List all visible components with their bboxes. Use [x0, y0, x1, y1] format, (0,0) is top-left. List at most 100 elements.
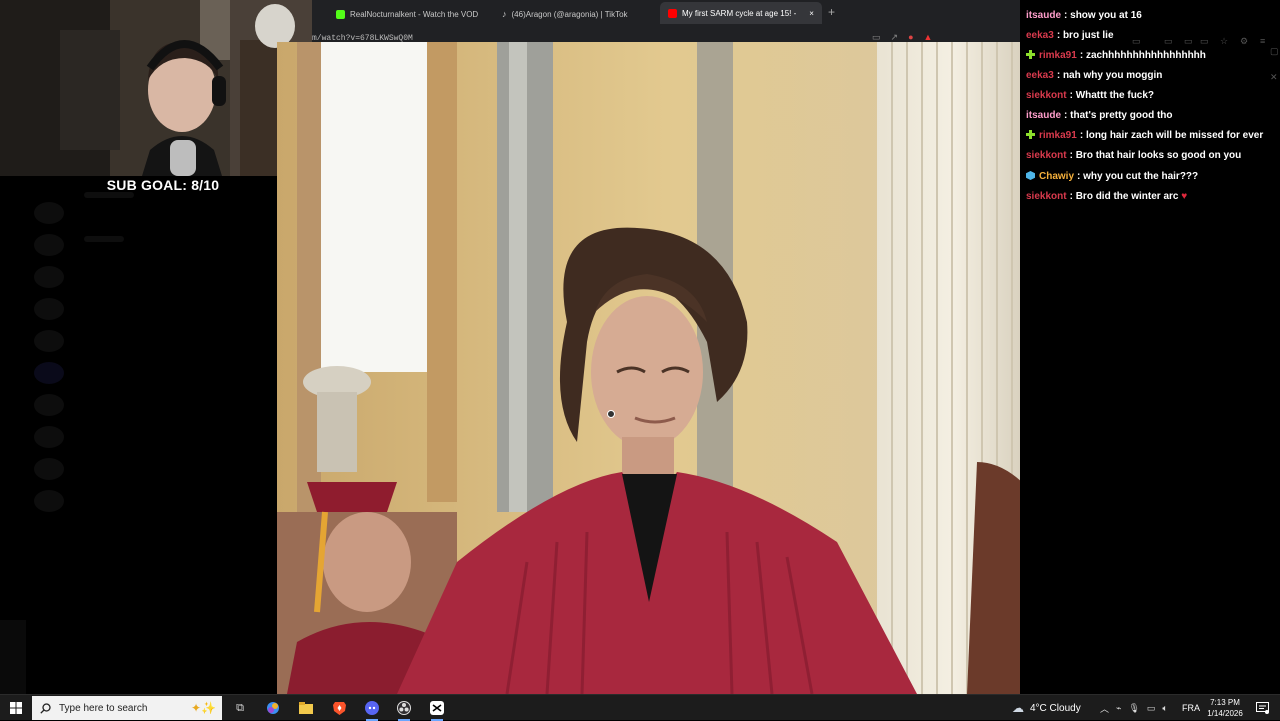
sidebar-avatar — [34, 330, 64, 352]
sidebar-avatar — [34, 490, 64, 512]
chat-text: long hair zach will be missed for ever — [1085, 130, 1264, 141]
window-control-icon[interactable]: ⚙ — [1240, 36, 1248, 47]
sidebar-avatar — [34, 426, 64, 448]
chat-username[interactable]: siekkont — [1026, 150, 1067, 161]
chat-text: bro just lie — [1062, 30, 1114, 41]
chat-text: Bro that hair looks so good on you — [1075, 150, 1242, 161]
chat-username[interactable]: rimka91 — [1039, 50, 1077, 61]
obs-studio-icon[interactable] — [394, 698, 414, 721]
volume-icon[interactable]: 🔈︎ — [1162, 703, 1167, 714]
tab-title: My first SARM cycle at age 15! - — [682, 8, 797, 18]
search-icon — [40, 702, 51, 714]
windows-taskbar: Type here to search ✦✨ ⧉ ☁ 4°C Cloudy ︿ … — [0, 694, 1280, 721]
heart-emote-icon: ♥ — [1181, 191, 1188, 202]
window-control-icon[interactable]: ☆ — [1220, 36, 1228, 47]
network-icon[interactable]: ▭ — [1147, 703, 1156, 714]
chat-username[interactable]: itsaude — [1026, 10, 1061, 21]
usb-device-icon[interactable]: ⌁ — [1116, 703, 1121, 714]
chat-message: eeka3: nah why you moggin — [1026, 70, 1162, 81]
capcut-icon[interactable] — [427, 698, 447, 721]
brave-browser-icon[interactable] — [329, 698, 349, 718]
sidebar-avatar — [34, 362, 64, 384]
discord-icon[interactable] — [362, 698, 382, 721]
window-control-icon[interactable]: ▭ — [1132, 36, 1141, 47]
sidebar-avatar — [34, 234, 64, 256]
chat-text: nah why you moggin — [1062, 70, 1163, 81]
chat-username[interactable]: siekkont — [1026, 90, 1067, 101]
notification-icon — [1255, 702, 1269, 714]
green-plus-badge-icon — [1026, 130, 1035, 139]
chat-message: siekkont: Whattt the fuck? — [1026, 90, 1154, 101]
new-tab-button[interactable]: + — [828, 5, 835, 19]
taskbar-search-box[interactable]: Type here to search ✦✨ — [32, 696, 222, 720]
chat-username[interactable]: itsaude — [1026, 110, 1061, 121]
chat-separator: : — [1056, 30, 1061, 41]
window-control-icon[interactable]: ▭ — [1200, 36, 1209, 47]
close-tab-icon[interactable]: × — [809, 9, 814, 18]
chat-text: Whattt the fuck? — [1075, 90, 1155, 101]
window-control-icon[interactable]: ▭ — [1184, 36, 1193, 47]
window-control-icon[interactable]: ▭ — [1164, 36, 1173, 47]
windows-logo-icon — [10, 702, 22, 714]
cloud-icon: ☁ — [1012, 701, 1024, 715]
tab-title: RealNocturnalkent - Watch the VOD — [350, 9, 479, 19]
kick-icon — [336, 9, 345, 19]
youtube-icon — [668, 8, 677, 18]
chat-username[interactable]: siekkont — [1026, 191, 1067, 202]
chat-username[interactable]: eeka3 — [1026, 70, 1054, 81]
input-language[interactable]: FRA — [1182, 703, 1200, 713]
tiktok-icon: ♪ — [502, 9, 507, 19]
taskbar-clock[interactable]: 7:13 PM 1/14/2026 — [1200, 697, 1250, 719]
tab-youtube-active[interactable]: My first SARM cycle at age 15! - × — [660, 2, 822, 24]
sidebar-avatar — [34, 394, 64, 416]
chevron-up-icon[interactable]: ︿ — [1100, 702, 1109, 715]
windows-start-button[interactable] — [0, 695, 32, 721]
tab-tiktok[interactable]: ♪ (46)Aragon (@aragonia) | TikTok — [502, 4, 628, 24]
copilot-icon[interactable] — [263, 698, 283, 718]
search-placeholder: Type here to search — [59, 702, 148, 714]
chat-separator: : — [1079, 50, 1084, 61]
video-frame-image — [277, 42, 1053, 694]
sidebar-avatar — [34, 266, 64, 288]
chat-message: siekkont: Bro that hair looks so good on… — [1026, 150, 1241, 161]
chat-panel: ▭ ▭ ▭ ▭ ☆ ⚙ ≡ ▢ ✕ itsaude: show you at 1… — [1020, 0, 1280, 694]
chat-separator: : — [1069, 150, 1073, 161]
weather-text: 4°C Cloudy — [1030, 702, 1081, 714]
chat-message: eeka3: bro just lie — [1026, 30, 1114, 41]
chat-separator: : — [1069, 191, 1073, 202]
chat-separator: : — [1077, 171, 1081, 182]
chat-separator: : — [1064, 110, 1068, 121]
window-control-icon[interactable]: ≡ — [1260, 36, 1265, 46]
chat-separator: : — [1069, 90, 1073, 101]
clock-date: 1/14/2026 — [1207, 709, 1243, 718]
tab-kick-vod[interactable]: RealNocturnalkent - Watch the VOD — [336, 4, 478, 24]
dimmed-sidebar — [0, 176, 277, 694]
chat-separator: : — [1056, 70, 1061, 81]
chat-text: zachhhhhhhhhhhhhhhhh — [1085, 50, 1206, 61]
microphone-icon[interactable]: 🎙︎ — [1128, 703, 1139, 714]
weather-widget[interactable]: ☁ 4°C Cloudy — [1012, 695, 1081, 721]
notification-center-button[interactable] — [1252, 698, 1272, 718]
chat-username[interactable]: eeka3 — [1026, 30, 1054, 41]
chat-username[interactable]: Chawiy — [1039, 171, 1074, 182]
tab-title: (46)Aragon (@aragonia) | TikTok — [511, 9, 628, 19]
sidebar-line — [84, 236, 124, 242]
file-explorer-icon[interactable] — [296, 698, 316, 718]
webcam-image — [0, 0, 312, 176]
green-plus-badge-icon — [1026, 50, 1035, 59]
streamer-webcam — [0, 0, 312, 176]
chat-text: why you cut the hair??? — [1083, 171, 1199, 182]
blue-cube-badge-icon — [1026, 171, 1035, 180]
chat-message: Chawiy: why you cut the hair??? — [1026, 171, 1198, 182]
chat-separator: : — [1079, 130, 1084, 141]
chat-message: itsaude: that's pretty good tho — [1026, 110, 1173, 121]
chat-text: show you at 16 — [1070, 10, 1142, 21]
chat-separator: : — [1064, 10, 1068, 21]
video-player[interactable] — [277, 42, 1053, 694]
window-control-icon[interactable]: ▢ — [1270, 46, 1279, 57]
chat-username[interactable]: rimka91 — [1039, 130, 1077, 141]
sidebar-avatar — [34, 458, 64, 480]
close-icon[interactable]: ✕ — [1270, 72, 1278, 83]
task-view-icon[interactable]: ⧉ — [230, 698, 250, 718]
chat-message: itsaude: show you at 16 — [1026, 10, 1142, 21]
